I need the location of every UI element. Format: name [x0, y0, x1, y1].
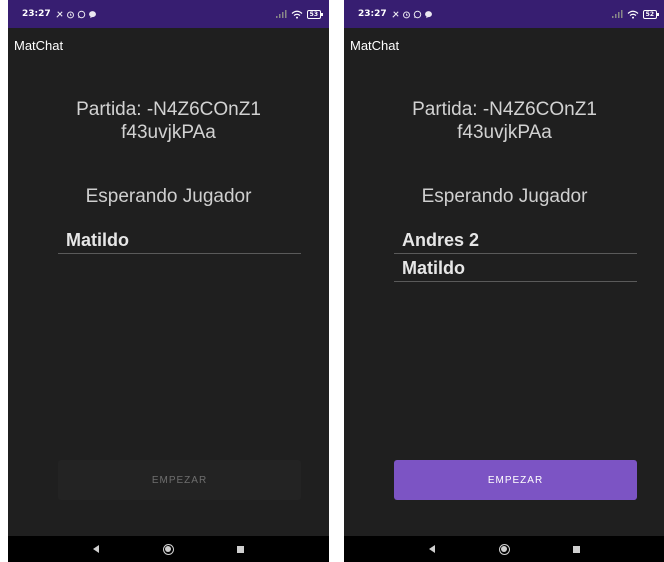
app-title: MatChat: [350, 38, 400, 53]
back-triangle-icon: [429, 545, 435, 553]
battery-icon: 53: [306, 9, 324, 19]
phone-screen-left: 23:27 53 MatChat Partida: -N4Z6COnZ1 f43…: [8, 0, 329, 562]
navigation-bar: [8, 536, 329, 562]
signal-icon: [275, 10, 287, 18]
recents-button[interactable]: [228, 536, 252, 562]
player-list-item: Andres 2: [394, 226, 637, 254]
player-list-item: Matildo: [394, 254, 637, 282]
match-id-line-2: f43uvjkPAa: [121, 122, 216, 143]
status-time: 23:27: [22, 9, 51, 19]
home-circle-icon: [498, 543, 510, 555]
home-circle-icon: [162, 543, 174, 555]
player-list-item: Matildo: [58, 226, 301, 254]
recents-square-icon: [236, 545, 244, 553]
recents-square-icon: [572, 545, 580, 553]
notification-icon: [392, 10, 399, 18]
back-button[interactable]: [420, 536, 444, 562]
status-bar: 23:27 53: [8, 0, 329, 28]
messenger-icon: [88, 10, 96, 18]
player-list: Andres 2 Matildo: [394, 226, 637, 282]
signal-icon: [611, 10, 623, 18]
phone-screen-right: 23:27 52 MatChat Partida: -N4Z6COnZ1 f43…: [344, 0, 664, 562]
match-id-line-1: Partida: -N4Z6COnZ1: [412, 99, 597, 120]
app-title: MatChat: [14, 38, 64, 53]
match-id-line-1: Partida: -N4Z6COnZ1: [76, 99, 261, 120]
recents-button[interactable]: [564, 536, 588, 562]
whatsapp-icon: [413, 10, 421, 18]
back-button[interactable]: [84, 536, 108, 562]
match-id-line-2: f43uvjkPAa: [457, 122, 552, 143]
waiting-player-label: Esperando Jugador: [421, 186, 588, 207]
match-id-label: Partida: -N4Z6COnZ1 f43uvjkPAa: [344, 98, 664, 144]
waiting-player-label: Esperando Jugador: [85, 186, 252, 207]
navigation-bar: [344, 536, 664, 562]
back-triangle-icon: [93, 545, 99, 553]
player-list: Matildo: [58, 226, 301, 254]
wifi-icon: [627, 10, 639, 19]
home-button[interactable]: [156, 536, 180, 562]
whatsapp-icon: [77, 10, 85, 18]
messenger-icon: [424, 10, 432, 18]
wifi-icon: [291, 10, 303, 19]
notification-icon: [56, 10, 63, 18]
start-button-disabled[interactable]: EMPEZAR: [58, 460, 301, 500]
home-button[interactable]: [492, 536, 516, 562]
start-button[interactable]: EMPEZAR: [394, 460, 637, 500]
alarm-icon: [402, 10, 410, 18]
alarm-icon: [66, 10, 74, 18]
status-bar: 23:27 52: [344, 0, 664, 28]
battery-icon: 52: [642, 9, 660, 19]
match-id-label: Partida: -N4Z6COnZ1 f43uvjkPAa: [8, 98, 329, 144]
status-time: 23:27: [358, 9, 387, 19]
